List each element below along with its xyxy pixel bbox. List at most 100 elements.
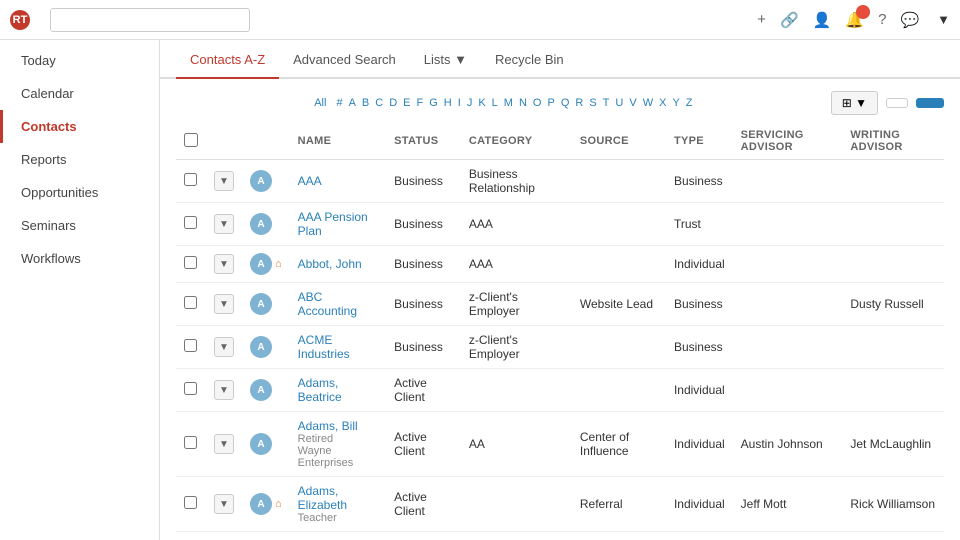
contact-category: AAA <box>461 246 572 283</box>
bell-icon[interactable]: 🔔 <box>845 11 864 29</box>
row-checkbox[interactable] <box>184 339 197 352</box>
avatar: A <box>250 253 272 275</box>
alpha-o[interactable]: O <box>531 96 544 110</box>
contact-name-link[interactable]: Abbot, John <box>298 257 362 271</box>
add-icon[interactable]: + <box>757 11 766 28</box>
row-expand-btn[interactable]: ▼ <box>214 494 234 514</box>
sidebar-item-reports[interactable]: Reports <box>0 143 159 176</box>
tab-recycle-bin[interactable]: Recycle Bin <box>481 40 578 79</box>
help-icon[interactable]: ? <box>878 11 886 28</box>
row-checkbox[interactable] <box>184 436 197 449</box>
avatar: A <box>250 433 272 455</box>
alpha-y[interactable]: Y <box>670 96 681 110</box>
alpha-q[interactable]: Q <box>559 96 572 110</box>
row-actions: ▼ <box>214 434 234 454</box>
contact-name-link[interactable]: AAA Pension Plan <box>298 210 368 238</box>
tab-contacts-az[interactable]: Contacts A-Z <box>176 40 279 79</box>
row-expand-btn[interactable]: ▼ <box>214 171 234 191</box>
sidebar-item-opportunities[interactable]: Opportunities <box>0 176 159 209</box>
alpha-m[interactable]: M <box>502 96 515 110</box>
contact-type: Business <box>666 326 733 369</box>
contact-source <box>572 246 666 283</box>
alpha-f[interactable]: F <box>415 96 426 110</box>
search-input[interactable] <box>50 8 250 32</box>
contacts-table: NAME STATUS CATEGORY SOURCE TYPE SERVICI… <box>176 123 944 540</box>
alpha-i[interactable]: I <box>456 96 463 110</box>
alpha-all[interactable]: All <box>312 96 328 110</box>
sidebar-item-seminars[interactable]: Seminars <box>0 209 159 242</box>
row-actions: ▼ <box>214 494 234 514</box>
contact-name-link[interactable]: ACME Industries <box>298 333 350 361</box>
contact-servicing <box>733 160 843 203</box>
alpha-l[interactable]: L <box>490 96 500 110</box>
contact-options-button[interactable] <box>886 98 908 108</box>
alpha-k[interactable]: K <box>476 96 487 110</box>
row-checkbox[interactable] <box>184 496 197 509</box>
new-contact-button[interactable] <box>916 98 944 108</box>
row-checkbox[interactable] <box>184 256 197 269</box>
tab-advanced-search[interactable]: Advanced Search <box>279 40 410 79</box>
contact-source <box>572 369 666 412</box>
alpha-r[interactable]: R <box>573 96 585 110</box>
row-expand-btn[interactable]: ▼ <box>214 380 234 400</box>
sidebar-item-calendar[interactable]: Calendar <box>0 77 159 110</box>
contact-source: Center of Influence <box>572 412 666 477</box>
user-icon[interactable]: 👤 <box>813 11 832 29</box>
contact-writing <box>842 326 944 369</box>
row-checkbox[interactable] <box>184 173 197 186</box>
avatar: A <box>250 293 272 315</box>
col-name: NAME <box>290 123 387 160</box>
contact-name-link[interactable]: ABC Accounting <box>298 290 357 318</box>
row-checkbox[interactable] <box>184 216 197 229</box>
sidebar-item-workflows[interactable]: Workflows <box>0 242 159 275</box>
contact-type: Individual <box>666 477 733 532</box>
notification-badge <box>856 5 870 19</box>
alpha-hash[interactable]: # <box>334 96 344 110</box>
content: Contacts A-Z Advanced Search Lists ▼ Rec… <box>160 40 960 540</box>
alpha-d[interactable]: D <box>387 96 399 110</box>
contact-name-link[interactable]: AAA <box>298 174 322 188</box>
contact-sub-text: Retired <box>298 433 379 445</box>
contact-name-link[interactable]: Adams, Elizabeth <box>298 484 347 512</box>
row-checkbox[interactable] <box>184 382 197 395</box>
alpha-p[interactable]: P <box>545 96 556 110</box>
sidebar-item-today[interactable]: Today <box>0 44 159 77</box>
alpha-filter: All # A B C D E F G H I J K L M N O <box>312 96 694 110</box>
alpha-c[interactable]: C <box>373 96 385 110</box>
alpha-v[interactable]: V <box>627 96 638 110</box>
row-expand-btn[interactable]: ▼ <box>214 294 234 314</box>
row-expand-btn[interactable]: ▼ <box>214 434 234 454</box>
alpha-t[interactable]: T <box>601 96 612 110</box>
alpha-h[interactable]: H <box>442 96 454 110</box>
view-toggle-button[interactable]: ⊞ ▼ <box>831 91 878 115</box>
alpha-u[interactable]: U <box>613 96 625 110</box>
row-expand-btn[interactable]: ▼ <box>214 214 234 234</box>
user-menu[interactable]: ▼ <box>933 12 950 27</box>
alpha-z[interactable]: Z <box>684 96 695 110</box>
contact-category: Business Relationship <box>461 160 572 203</box>
contact-name-link[interactable]: Adams, Bill <box>298 419 358 433</box>
contact-type: Individual <box>666 369 733 412</box>
alpha-w[interactable]: W <box>641 96 655 110</box>
alpha-b[interactable]: B <box>360 96 371 110</box>
contact-status: Business <box>386 160 461 203</box>
contact-servicing: Austin Johnson <box>733 412 843 477</box>
chat-icon[interactable]: 💬 <box>900 11 919 29</box>
select-all-checkbox[interactable] <box>184 133 198 147</box>
contact-servicing <box>733 532 843 540</box>
alpha-a[interactable]: A <box>347 96 358 110</box>
contact-name-link[interactable]: Adams, Beatrice <box>298 376 342 404</box>
sidebar-item-contacts[interactable]: Contacts <box>0 110 159 143</box>
alpha-x[interactable]: X <box>657 96 668 110</box>
alpha-n[interactable]: N <box>517 96 529 110</box>
share-icon[interactable]: 🔗 <box>780 11 799 29</box>
alpha-s[interactable]: S <box>587 96 598 110</box>
row-expand-btn[interactable]: ▼ <box>214 254 234 274</box>
row-checkbox[interactable] <box>184 296 197 309</box>
alpha-j[interactable]: J <box>465 96 475 110</box>
row-expand-btn[interactable]: ▼ <box>214 337 234 357</box>
alpha-e[interactable]: E <box>401 96 412 110</box>
contact-servicing <box>733 369 843 412</box>
alpha-g[interactable]: G <box>427 96 440 110</box>
tab-lists[interactable]: Lists ▼ <box>410 40 481 79</box>
